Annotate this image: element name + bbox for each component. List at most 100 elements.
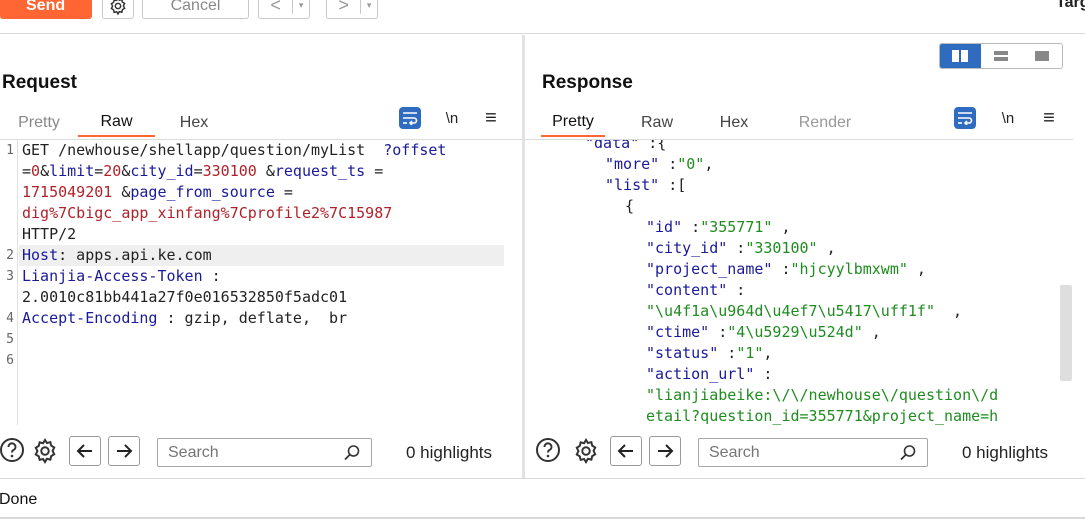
layout-stacked-button[interactable]	[981, 44, 1022, 68]
code-token: "status"	[646, 344, 719, 362]
response-search-box[interactable]	[698, 438, 928, 467]
response-wrap-button[interactable]	[954, 107, 976, 129]
code-token: GET /newhouse/shellapp/question/myList	[22, 141, 384, 159]
code-token: :	[202, 267, 221, 285]
code-token: =	[193, 162, 203, 180]
request-wrap-button[interactable]	[399, 107, 421, 129]
code-token: =	[274, 183, 293, 201]
code-token: ,	[862, 323, 881, 341]
code-token: 2.0010c81bb441a27f0e016532850f5adc01	[22, 288, 348, 306]
code-token: :	[772, 260, 791, 278]
forward-dropdown-icon[interactable]: ▾	[361, 0, 377, 11]
code-token: "lianjiabeike:\/\/newhouse\/question\/d	[646, 386, 999, 404]
response-help-button[interactable]	[535, 437, 561, 463]
status-divider	[0, 517, 1085, 519]
help-icon	[0, 438, 24, 462]
line-number: 5	[6, 332, 14, 347]
code-token: {	[625, 197, 635, 215]
target-label[interactable]: Targ	[1056, 0, 1085, 12]
word-wrap-icon	[399, 107, 421, 129]
code-line: "data" :{	[585, 139, 667, 154]
gear-icon	[575, 437, 597, 465]
code-line: etail?question_id=355771&project_name=h	[646, 406, 998, 425]
code-token: "ctime"	[646, 323, 710, 341]
request-help-button[interactable]	[0, 437, 25, 463]
code-line: "more" :"0",	[605, 154, 713, 175]
code-line: =0&limit=20&city_id=330100 &request_ts =	[22, 161, 383, 182]
response-panel: Response Pretty Raw Hex Render \n ≡ "dat…	[525, 35, 1085, 478]
code-token: etail?question_id=355771&project_name=h	[646, 407, 999, 425]
response-tab-hex[interactable]: Hex	[709, 109, 759, 137]
code-line: "list" :[	[605, 175, 686, 196]
line-number-gutter: 1 2 3 4 5 6	[0, 140, 18, 425]
code-token: "\u4f1a\u964d\u4ef7\u5417\uff1f"	[646, 302, 935, 320]
code-token: :	[754, 365, 773, 383]
layout-side-by-side-button[interactable]	[940, 44, 981, 68]
response-newline-toggle[interactable]: \n	[996, 107, 1020, 129]
send-button[interactable]: Send	[0, 0, 92, 19]
code-token: city_id	[130, 162, 194, 180]
request-newline-toggle[interactable]: \n	[440, 107, 464, 129]
request-search-box[interactable]	[157, 438, 372, 467]
code-token: "project_name"	[646, 260, 773, 278]
code-line: HTTP/2	[22, 224, 76, 245]
status-text: Done	[0, 491, 38, 508]
code-line: "city_id" :"330100" ,	[646, 238, 836, 259]
code-line: "project_name" :"hjcyylbmxwm" ,	[646, 259, 926, 280]
response-next-match-button[interactable]	[649, 436, 681, 466]
code-token: HTTP/2	[22, 225, 77, 243]
request-tab-hex[interactable]: Hex	[155, 109, 233, 137]
request-search-input[interactable]	[168, 443, 328, 462]
response-search-input[interactable]	[709, 443, 869, 462]
code-token: ,	[763, 344, 773, 362]
response-prev-match-button[interactable]	[610, 436, 642, 466]
request-prev-match-button[interactable]	[69, 436, 101, 466]
code-token: :	[727, 281, 746, 299]
code-token: ,	[907, 260, 926, 278]
back-button[interactable]: < ▾	[258, 0, 310, 19]
search-icon	[900, 445, 916, 461]
code-line: 1715049201 &page_from_source =	[22, 182, 293, 203]
response-tab-render[interactable]: Render	[759, 109, 891, 137]
response-scrollbar[interactable]	[1060, 285, 1072, 381]
line-number: 6	[6, 353, 14, 368]
response-tab-raw[interactable]: Raw	[605, 109, 709, 137]
request-menu-icon[interactable]: ≡	[480, 107, 502, 129]
cancel-button[interactable]: Cancel	[142, 0, 249, 19]
gear-icon	[34, 437, 56, 465]
request-footer: 0 highlights	[0, 435, 522, 471]
response-tab-pretty[interactable]: Pretty	[541, 109, 605, 137]
code-token: dig%7Cbigc_app_xinfang%7Cprofile2%7C1598…	[22, 204, 393, 222]
code-line: dig%7Cbigc_app_xinfang%7Cprofile2%7C1598…	[22, 203, 392, 224]
request-editor[interactable]: 1 2 3 4 5 6 GET /newhouse/shellapp/quest…	[0, 139, 522, 425]
response-editor[interactable]: "data" :{"more" :"0", "list" :[{"id" :"35…	[525, 139, 1073, 425]
code-line: "\u4f1a\u964d\u4ef7\u5417\uff1f" ,	[646, 301, 962, 322]
code-token: :{	[639, 139, 667, 152]
code-token: :	[727, 239, 746, 257]
code-token: &	[256, 162, 275, 180]
forward-button[interactable]: > ▾	[326, 0, 378, 19]
code-token: Host	[22, 246, 59, 264]
code-line: "content" :	[646, 280, 745, 301]
request-next-match-button[interactable]	[108, 436, 140, 466]
code-token: limit	[49, 162, 95, 180]
rows-icon	[994, 51, 1008, 61]
request-panel: Request Pretty Raw Hex \n ≡ 1 2 3 4 5 6 …	[0, 35, 522, 478]
request-tab-pretty[interactable]: Pretty	[0, 109, 78, 137]
code-token: =	[22, 162, 32, 180]
code-token: :	[709, 323, 728, 341]
layout-tabs-button[interactable]	[1021, 44, 1062, 68]
code-token: :[	[659, 176, 687, 194]
code-token: "0"	[677, 155, 705, 173]
code-token: : gzip, deflate, br	[157, 309, 348, 327]
response-menu-icon[interactable]: ≡	[1038, 107, 1060, 129]
code-token: "hjcyylbmxwm"	[790, 260, 908, 278]
request-search-settings-button[interactable]	[31, 437, 59, 465]
response-search-settings-button[interactable]	[572, 437, 600, 465]
back-dropdown-icon[interactable]: ▾	[293, 0, 309, 11]
settings-button[interactable]	[102, 0, 134, 19]
request-tabs: Pretty Raw Hex	[0, 109, 233, 137]
code-token: Lianjia-Access-Token	[22, 267, 203, 285]
line-number: 4	[6, 311, 14, 326]
request-tab-raw[interactable]: Raw	[78, 109, 155, 137]
